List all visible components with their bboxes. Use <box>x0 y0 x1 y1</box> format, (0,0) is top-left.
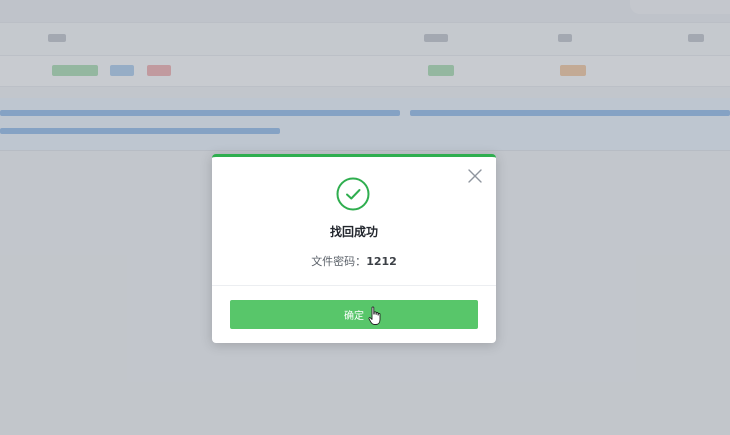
dialog-message: 文件密码：1212 <box>212 253 496 269</box>
password-value: 1212 <box>366 255 397 268</box>
success-dialog: 找回成功 文件密码：1212 确定 <box>212 154 496 343</box>
check-circle-icon <box>336 177 370 211</box>
confirm-button-label: 确定 <box>344 311 364 322</box>
confirm-button[interactable]: 确定 <box>230 300 478 329</box>
password-label: 文件密码： <box>311 255 367 268</box>
dialog-title: 找回成功 <box>329 225 378 239</box>
dialog-divider <box>212 285 496 286</box>
close-icon[interactable] <box>467 168 483 184</box>
